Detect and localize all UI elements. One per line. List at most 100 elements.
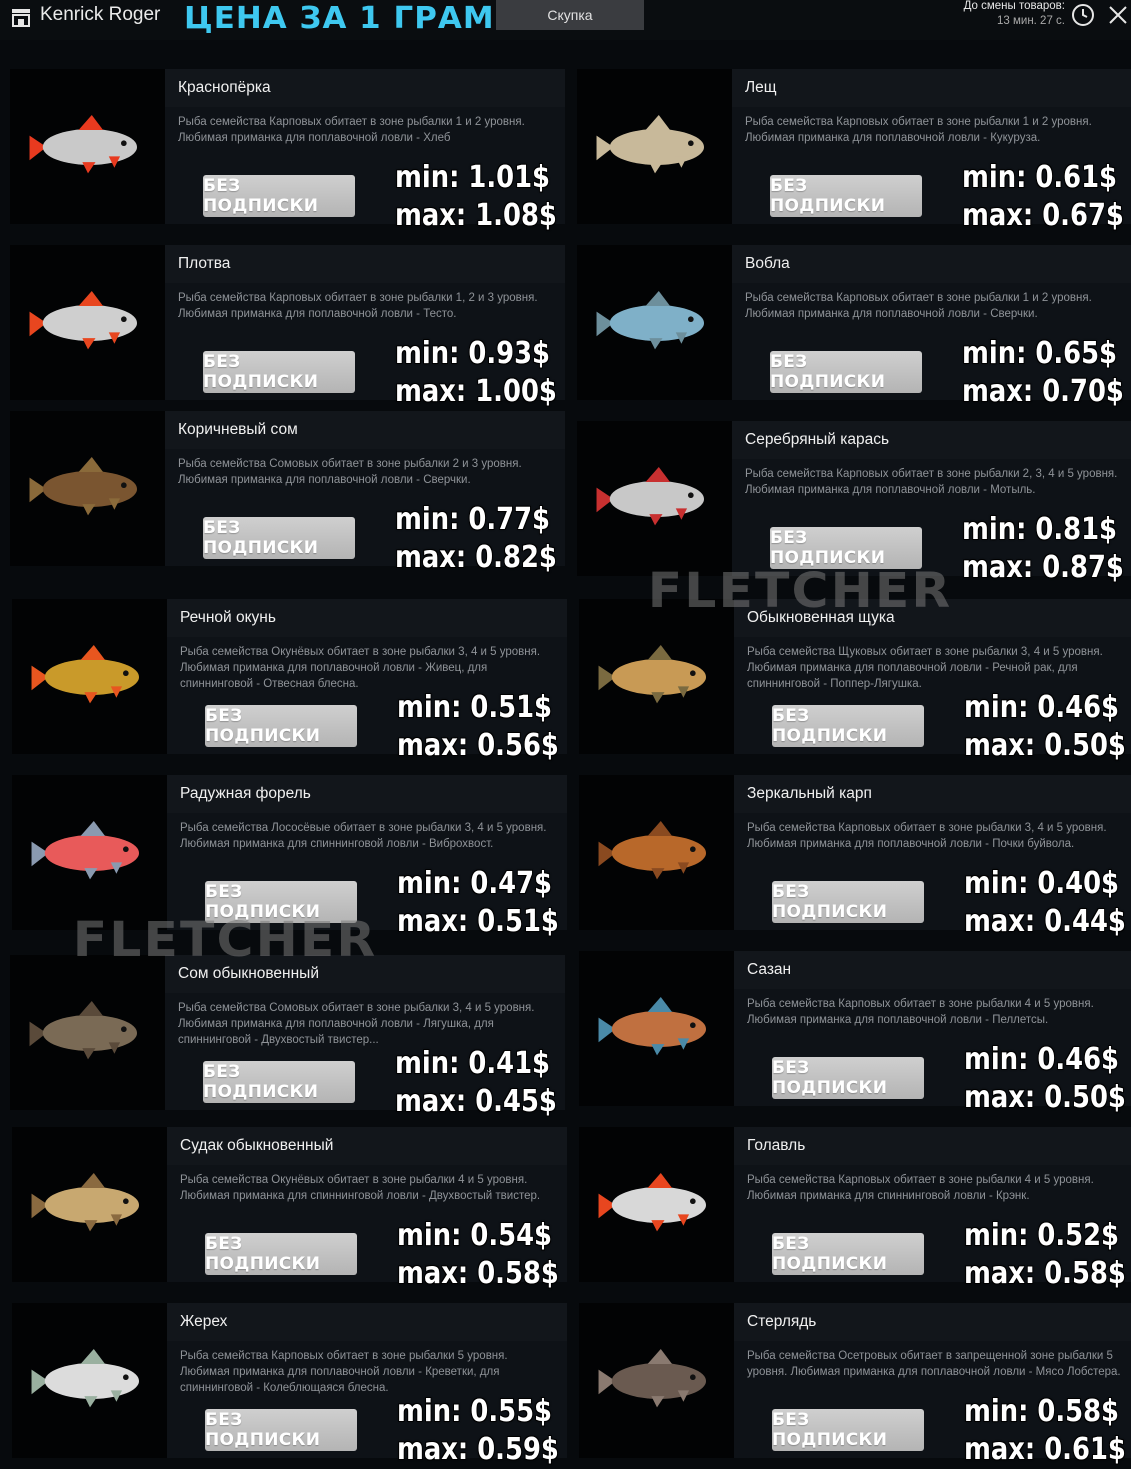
fish-name: Радужная форель bbox=[180, 785, 311, 802]
price-max: max: 0.51$ bbox=[397, 904, 559, 939]
tab-buy[interactable]: Скупка bbox=[496, 0, 644, 30]
price-max: max: 0.58$ bbox=[397, 1256, 559, 1291]
price-max: max: 0.45$ bbox=[395, 1084, 557, 1119]
rudd-fish-icon bbox=[10, 69, 165, 224]
price-max: max: 0.44$ bbox=[964, 904, 1126, 939]
price-min: min: 0.58$ bbox=[964, 1394, 1120, 1429]
card-body: Сом обыкновенный Рыба семейства Сомовых … bbox=[165, 955, 565, 1119]
price-min: min: 0.55$ bbox=[397, 1394, 553, 1429]
fish-card[interactable]: Стерлядь Рыба семейства Осетровых обитае… bbox=[579, 1303, 1131, 1467]
card-body: Плотва Рыба семейства Карповых обитает в… bbox=[165, 245, 565, 409]
fish-card[interactable]: Судак обыкновенный Рыба семейства Окунёв… bbox=[12, 1127, 567, 1291]
fish-description: Рыба семейства Карповых обитает в зоне р… bbox=[747, 822, 1107, 850]
no-subscription-button[interactable]: БЕЗ ПОДПИСКИ bbox=[772, 1057, 924, 1099]
card-body: Вобла Рыба семейства Карповых обитает в … bbox=[732, 245, 1131, 409]
price-block: min: 0.46$ max: 0.50$ bbox=[964, 689, 1126, 765]
card-body: Обыкновенная щука Рыба семейства Щуковых… bbox=[734, 599, 1131, 763]
top-bar: Kenrick Roger ЦЕНА ЗА 1 ГРАММ Скупка До … bbox=[0, 0, 1131, 40]
price-block: min: 0.93$ max: 1.00$ bbox=[395, 335, 557, 411]
no-subscription-button[interactable]: БЕЗ ПОДПИСКИ bbox=[772, 881, 924, 923]
fish-card[interactable]: Речной окунь Рыба семейства Окунёвых оби… bbox=[12, 599, 567, 763]
fish-card[interactable]: Лещ Рыба семейства Карповых обитает в зо… bbox=[577, 69, 1131, 233]
no-subscription-button[interactable]: БЕЗ ПОДПИСКИ bbox=[772, 1409, 924, 1451]
fish-description: Рыба семейства Окунёвых обитает в зоне р… bbox=[180, 1174, 541, 1202]
pike-fish-icon bbox=[579, 599, 734, 754]
fish-name: Сазан bbox=[747, 961, 792, 978]
fish-card[interactable]: Сом обыкновенный Рыба семейства Сомовых … bbox=[10, 955, 565, 1119]
store-icon bbox=[12, 9, 30, 27]
card-body: Коричневый сом Рыба семейства Сомовых об… bbox=[165, 411, 565, 575]
no-subscription-button[interactable]: БЕЗ ПОДПИСКИ bbox=[770, 351, 922, 393]
card-body: Судак обыкновенный Рыба семейства Окунёв… bbox=[167, 1127, 567, 1291]
chub-fish-icon bbox=[579, 1127, 734, 1282]
fish-name: Коричневый сом bbox=[178, 421, 298, 438]
fish-name: Обыкновенная щука bbox=[747, 609, 895, 626]
price-max: max: 0.87$ bbox=[962, 550, 1124, 585]
vobla-fish-icon bbox=[577, 245, 732, 400]
no-subscription-button[interactable]: БЕЗ ПОДПИСКИ bbox=[205, 1409, 357, 1451]
fish-name: Серебряный карась bbox=[745, 431, 890, 448]
fish-card[interactable]: Плотва Рыба семейства Карповых обитает в… bbox=[10, 245, 565, 409]
price-min: min: 0.40$ bbox=[964, 866, 1120, 901]
fish-card[interactable]: Вобла Рыба семейства Карповых обитает в … bbox=[577, 245, 1131, 409]
price-max: max: 1.08$ bbox=[395, 198, 557, 233]
asp-fish-icon bbox=[12, 1303, 167, 1458]
no-subscription-button[interactable]: БЕЗ ПОДПИСКИ bbox=[203, 1061, 355, 1103]
card-body: Жерех Рыба семейства Карповых обитает в … bbox=[167, 1303, 567, 1467]
price-min: min: 1.01$ bbox=[395, 160, 551, 195]
price-block: min: 0.77$ max: 0.82$ bbox=[395, 501, 557, 577]
no-subscription-button[interactable]: БЕЗ ПОДПИСКИ bbox=[770, 527, 922, 569]
no-subscription-button[interactable]: БЕЗ ПОДПИСКИ bbox=[205, 1233, 357, 1275]
card-title-bar: Плотва bbox=[165, 245, 565, 283]
card-body: Речной окунь Рыба семейства Окунёвых оби… bbox=[167, 599, 567, 763]
mirror-carp-icon bbox=[579, 775, 734, 930]
price-block: min: 0.61$ max: 0.67$ bbox=[962, 159, 1124, 235]
price-block: min: 0.46$ max: 0.50$ bbox=[964, 1041, 1126, 1117]
fish-card[interactable]: Зеркальный карп Рыба семейства Карповых … bbox=[579, 775, 1131, 939]
price-min: min: 0.93$ bbox=[395, 336, 551, 371]
price-block: min: 0.54$ max: 0.58$ bbox=[397, 1217, 559, 1293]
card-body: Серебряный карась Рыба семейства Карповы… bbox=[732, 421, 1131, 585]
fish-description: Рыба семейства Лососёвые обитает в зоне … bbox=[180, 822, 547, 850]
price-min: min: 0.65$ bbox=[962, 336, 1118, 371]
fish-card[interactable]: Жерех Рыба семейства Карповых обитает в … bbox=[12, 1303, 567, 1467]
wild-carp-icon bbox=[579, 951, 734, 1106]
no-subscription-button[interactable]: БЕЗ ПОДПИСКИ bbox=[770, 175, 922, 217]
price-block: min: 0.65$ max: 0.70$ bbox=[962, 335, 1124, 411]
price-max: max: 0.56$ bbox=[397, 728, 559, 763]
card-body: Зеркальный карп Рыба семейства Карповых … bbox=[734, 775, 1131, 939]
card-title-bar: Обыкновенная щука bbox=[734, 599, 1131, 637]
username: Kenrick Roger bbox=[40, 4, 161, 25]
no-subscription-button[interactable]: БЕЗ ПОДПИСКИ bbox=[205, 881, 357, 923]
fish-card[interactable]: Обыкновенная щука Рыба семейства Щуковых… bbox=[579, 599, 1131, 763]
price-max: max: 0.61$ bbox=[964, 1432, 1126, 1467]
no-subscription-button[interactable]: БЕЗ ПОДПИСКИ bbox=[772, 1233, 924, 1275]
fish-card[interactable]: Сазан Рыба семейства Карповых обитает в … bbox=[579, 951, 1131, 1115]
no-subscription-button[interactable]: БЕЗ ПОДПИСКИ bbox=[203, 517, 355, 559]
fish-description: Рыба семейства Карповых обитает в зоне р… bbox=[180, 1350, 508, 1394]
roach-fish-icon bbox=[10, 245, 165, 400]
card-title-bar: Стерлядь bbox=[734, 1303, 1131, 1341]
card-title-bar: Речной окунь bbox=[167, 599, 567, 637]
fish-card[interactable]: Коричневый сом Рыба семейства Сомовых об… bbox=[10, 411, 565, 575]
no-subscription-button[interactable]: БЕЗ ПОДПИСКИ bbox=[772, 705, 924, 747]
card-title-bar: Коричневый сом bbox=[165, 411, 565, 449]
no-subscription-button[interactable]: БЕЗ ПОДПИСКИ bbox=[203, 175, 355, 217]
price-max: max: 0.67$ bbox=[962, 198, 1124, 233]
silver-carp-icon bbox=[577, 421, 732, 576]
price-min: min: 0.61$ bbox=[962, 160, 1118, 195]
fish-description: Рыба семейства Щуковых обитает в зоне ры… bbox=[747, 646, 1103, 690]
fish-description: Рыба семейства Карповых обитает в зоне р… bbox=[747, 998, 1094, 1026]
price-min: min: 0.51$ bbox=[397, 690, 553, 725]
close-icon[interactable] bbox=[1108, 5, 1128, 25]
fish-card[interactable]: Радужная форель Рыба семейства Лососёвые… bbox=[12, 775, 567, 939]
fish-description: Рыба семейства Карповых обитает в зоне р… bbox=[178, 292, 538, 320]
no-subscription-button[interactable]: БЕЗ ПОДПИСКИ bbox=[203, 351, 355, 393]
fish-description: Рыба семейства Карповых обитает в зоне р… bbox=[745, 468, 1118, 496]
no-subscription-button[interactable]: БЕЗ ПОДПИСКИ bbox=[205, 705, 357, 747]
fish-card[interactable]: Краснопёрка Рыба семейства Карповых обит… bbox=[10, 69, 565, 233]
price-max: max: 1.00$ bbox=[395, 374, 557, 409]
fish-card[interactable]: Голавль Рыба семейства Карповых обитает … bbox=[579, 1127, 1131, 1291]
card-body: Сазан Рыба семейства Карповых обитает в … bbox=[734, 951, 1131, 1115]
fish-card[interactable]: Серебряный карась Рыба семейства Карповы… bbox=[577, 421, 1131, 585]
